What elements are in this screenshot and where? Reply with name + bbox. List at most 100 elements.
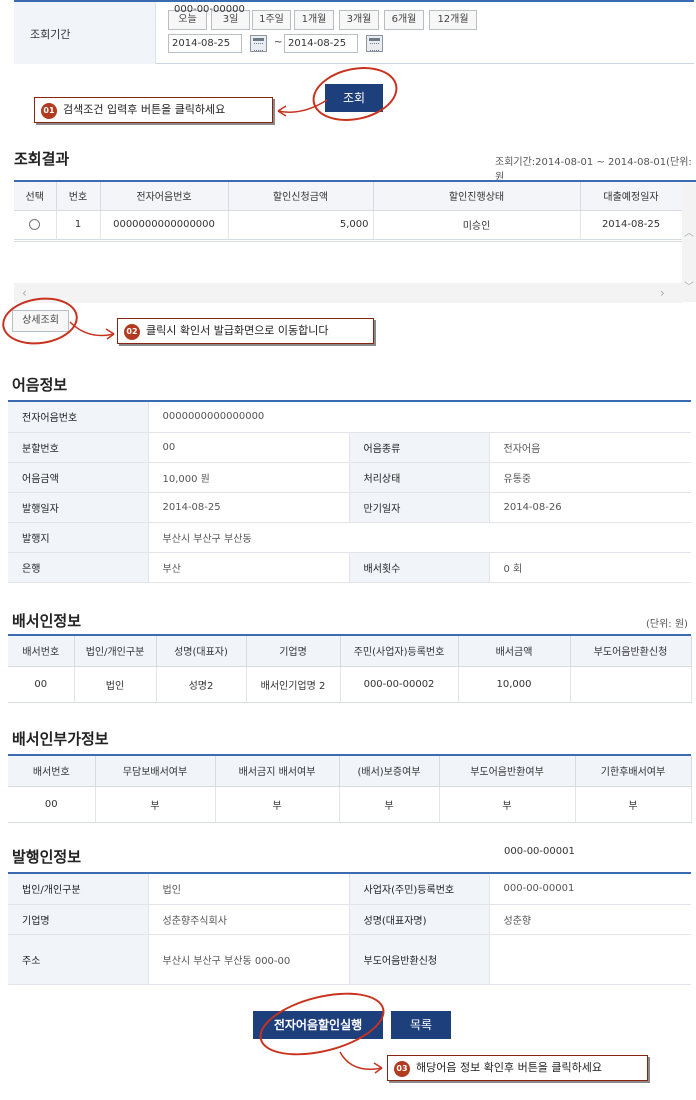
split-no-label: 분할번호 bbox=[8, 432, 149, 463]
extra-no: 00 bbox=[8, 786, 96, 823]
issuer-name-label: 성명(대표자명) bbox=[348, 904, 490, 935]
issuer-panel: 법인/개인구분 법인 사업자(주민)등록번호 000-00-00001 기업명 … bbox=[8, 872, 691, 985]
row-bill-no: 0000000000000000 bbox=[100, 210, 229, 240]
period-1week-button[interactable]: 1주일 bbox=[252, 10, 291, 30]
endorser-col-amount: 배서금액 bbox=[458, 636, 571, 667]
vertical-scrollbar[interactable]: ︿ ﹀ bbox=[682, 182, 696, 302]
callout-02: 02 클릭시 확인서 발급화면으로 이동합니다 bbox=[117, 318, 374, 344]
endorser-extra-table: 배서번호 무담보배서여부 배서금지 배서여부 (배서)보증여부 부도어음반환여부… bbox=[8, 756, 692, 823]
col-no: 번호 bbox=[56, 182, 101, 211]
endorser-col-kind: 법인/개인구분 bbox=[74, 636, 157, 667]
period-6month-button[interactable]: 6개월 bbox=[384, 10, 424, 30]
bill-amount-label: 어음금액 bbox=[8, 462, 149, 493]
endorser-extra-panel: 배서번호 무담보배서여부 배서금지 배서여부 (배서)보증여부 부도어음반환여부… bbox=[8, 754, 692, 823]
issuer-table: 법인/개인구분 법인 사업자(주민)등록번호 000-00-00001 기업명 … bbox=[8, 874, 691, 985]
table-row[interactable]: 1 0000000000000000 5,000 미승인 2014-08-25 bbox=[14, 210, 683, 240]
endorser-extra-title: 배서인부가정보 bbox=[12, 730, 109, 748]
endorser-return bbox=[570, 666, 692, 703]
callout-01-number: 01 bbox=[41, 103, 57, 119]
due-date-label: 만기일자 bbox=[348, 492, 490, 523]
calendar-to-icon[interactable] bbox=[366, 35, 383, 52]
issuer-company-label: 기업명 bbox=[8, 904, 149, 935]
col-bill-no: 전자어음번호 bbox=[100, 182, 229, 211]
search-period-label: 조회기간 bbox=[14, 2, 156, 64]
bill-type-value: 전자어음 bbox=[489, 432, 691, 463]
issuer-company-value: 성춘향주식회사 bbox=[148, 904, 349, 935]
issuer-reg-label: 사업자(주민)등록번호 bbox=[348, 874, 490, 905]
bank-label: 은행 bbox=[8, 552, 149, 583]
callout-02-arrow bbox=[69, 321, 115, 340]
endorser-amount: 10,000 bbox=[458, 666, 571, 703]
issuer-kind-value: 법인 bbox=[148, 874, 349, 905]
results-grid-frame: 선택 번호 전자어음번호 할인신청금액 할인진행상태 대출예정일자 1 0000… bbox=[14, 180, 696, 302]
table-row: 00 부 부 부 부 부 bbox=[8, 786, 692, 823]
row-date: 2014-08-25 bbox=[580, 210, 683, 240]
results-table: 선택 번호 전자어음번호 할인신청금액 할인진행상태 대출예정일자 1 0000… bbox=[14, 182, 683, 240]
endorser-reg: 000-00-00002 bbox=[340, 666, 459, 703]
extra-guarantee: 부 bbox=[339, 786, 440, 823]
horizontal-scrollbar[interactable]: ‹ › bbox=[14, 283, 682, 303]
callout-02-text: 클릭시 확인서 발급화면으로 이동합니다 bbox=[146, 324, 329, 337]
extra-prohibit: 부 bbox=[215, 786, 340, 823]
extra-col-guarantee: (배서)보증여부 bbox=[339, 756, 440, 787]
date-from-input[interactable]: 2014-08-25 bbox=[168, 34, 242, 53]
scroll-right-icon[interactable]: › bbox=[660, 286, 665, 300]
list-button[interactable]: 목록 bbox=[391, 1011, 451, 1039]
callout-01-arrow bbox=[277, 99, 328, 117]
extra-col-prohibit: 배서금지 배서여부 bbox=[215, 756, 340, 787]
period-12month-button[interactable]: 12개월 bbox=[429, 10, 477, 30]
extra-col-post-maturity: 기한후배서여부 bbox=[575, 756, 692, 787]
bill-info-table: 전자어음번호 0000000000000000 분할번호 00 어음종류 전자어… bbox=[8, 402, 691, 583]
extra-post-maturity: 부 bbox=[575, 786, 692, 823]
extra-col-no: 배서번호 bbox=[8, 756, 96, 787]
issuer-addr-value: 부산시 부산구 부산동 000-00 bbox=[148, 934, 349, 985]
issuer-floating-reg: 000-00-00001 bbox=[504, 846, 575, 857]
callout-01: 01 검색조건 입력후 버튼을 클릭하세요 bbox=[34, 97, 273, 123]
bill-no-value: 0000000000000000 bbox=[148, 402, 691, 433]
endorser-col-reg: 주민(사업자)등록번호 bbox=[340, 636, 459, 667]
row-no: 1 bbox=[56, 210, 101, 240]
callout-03-arrow bbox=[339, 1051, 383, 1074]
proc-status-label: 처리상태 bbox=[348, 462, 490, 493]
scroll-left-icon[interactable]: ‹ bbox=[22, 286, 27, 300]
proc-status-value: 유통중 bbox=[489, 462, 691, 493]
endorser-name: 성명2 bbox=[156, 666, 247, 703]
period-1month-button[interactable]: 1개월 bbox=[294, 10, 334, 30]
issuer-kind-label: 법인/개인구분 bbox=[8, 874, 149, 905]
issuer-return-label: 부도어음반환신청 bbox=[348, 934, 490, 985]
endorser-col-name: 성명(대표자) bbox=[156, 636, 247, 667]
row-select-radio[interactable] bbox=[29, 218, 41, 230]
endorser-company: 배서인기업명 2 bbox=[246, 666, 341, 703]
issuer-name-value: 성춘향 bbox=[489, 904, 691, 935]
issuer-return-value bbox=[489, 934, 691, 985]
endorser-col-no: 배서번호 bbox=[8, 636, 75, 667]
bill-type-label: 어음종류 bbox=[348, 432, 490, 463]
extra-col-nonrecourse: 무담보배서여부 bbox=[95, 756, 216, 787]
endorser-table: 배서번호 법인/개인구분 성명(대표자) 기업명 주민(사업자)등록번호 배서금… bbox=[8, 636, 692, 703]
scroll-up-icon[interactable]: ︿ bbox=[684, 224, 694, 239]
col-discount-amount: 할인신청금액 bbox=[228, 182, 374, 211]
callout-03: 03 해당어음 정보 확인후 버튼을 클릭하세요 bbox=[387, 1055, 648, 1081]
date-to-input[interactable]: 2014-08-25 bbox=[284, 34, 358, 53]
split-no-value: 00 bbox=[148, 432, 349, 463]
calendar-from-icon[interactable] bbox=[250, 35, 267, 52]
endorser-panel: 배서번호 법인/개인구분 성명(대표자) 기업명 주민(사업자)등록번호 배서금… bbox=[8, 634, 692, 703]
results-title: 조회결과 bbox=[14, 150, 70, 168]
endorser-col-return: 부도어음반환신청 bbox=[570, 636, 692, 667]
endorser-col-company: 기업명 bbox=[246, 636, 341, 667]
col-discount-status: 할인진행상태 bbox=[373, 182, 581, 211]
bill-amount-value: 10,000 원 bbox=[148, 462, 349, 493]
issue-date-value: 2014-08-25 bbox=[148, 492, 349, 523]
bill-info-title: 어음정보 bbox=[12, 376, 68, 394]
results-range: 조회기간:2014-08-01 ~ 2014-08-01(단위:원 bbox=[495, 157, 692, 183]
bill-no-label: 전자어음번호 bbox=[8, 402, 149, 433]
scroll-down-icon[interactable]: ﹀ bbox=[684, 278, 694, 293]
issuer-reg-value: 000-00-00001 bbox=[489, 874, 691, 905]
issuer-title: 발행인정보 bbox=[12, 848, 82, 866]
issue-date-label: 발행일자 bbox=[8, 492, 149, 523]
issue-place-label: 발행지 bbox=[8, 522, 149, 553]
col-loan-date: 대출예정일자 bbox=[580, 182, 683, 211]
callout-01-text: 검색조건 입력후 버튼을 클릭하세요 bbox=[63, 103, 226, 116]
period-3month-button[interactable]: 3개월 bbox=[339, 10, 379, 30]
table-row: 00 법인 성명2 배서인기업명 2 000-00-00002 10,000 bbox=[8, 666, 692, 703]
